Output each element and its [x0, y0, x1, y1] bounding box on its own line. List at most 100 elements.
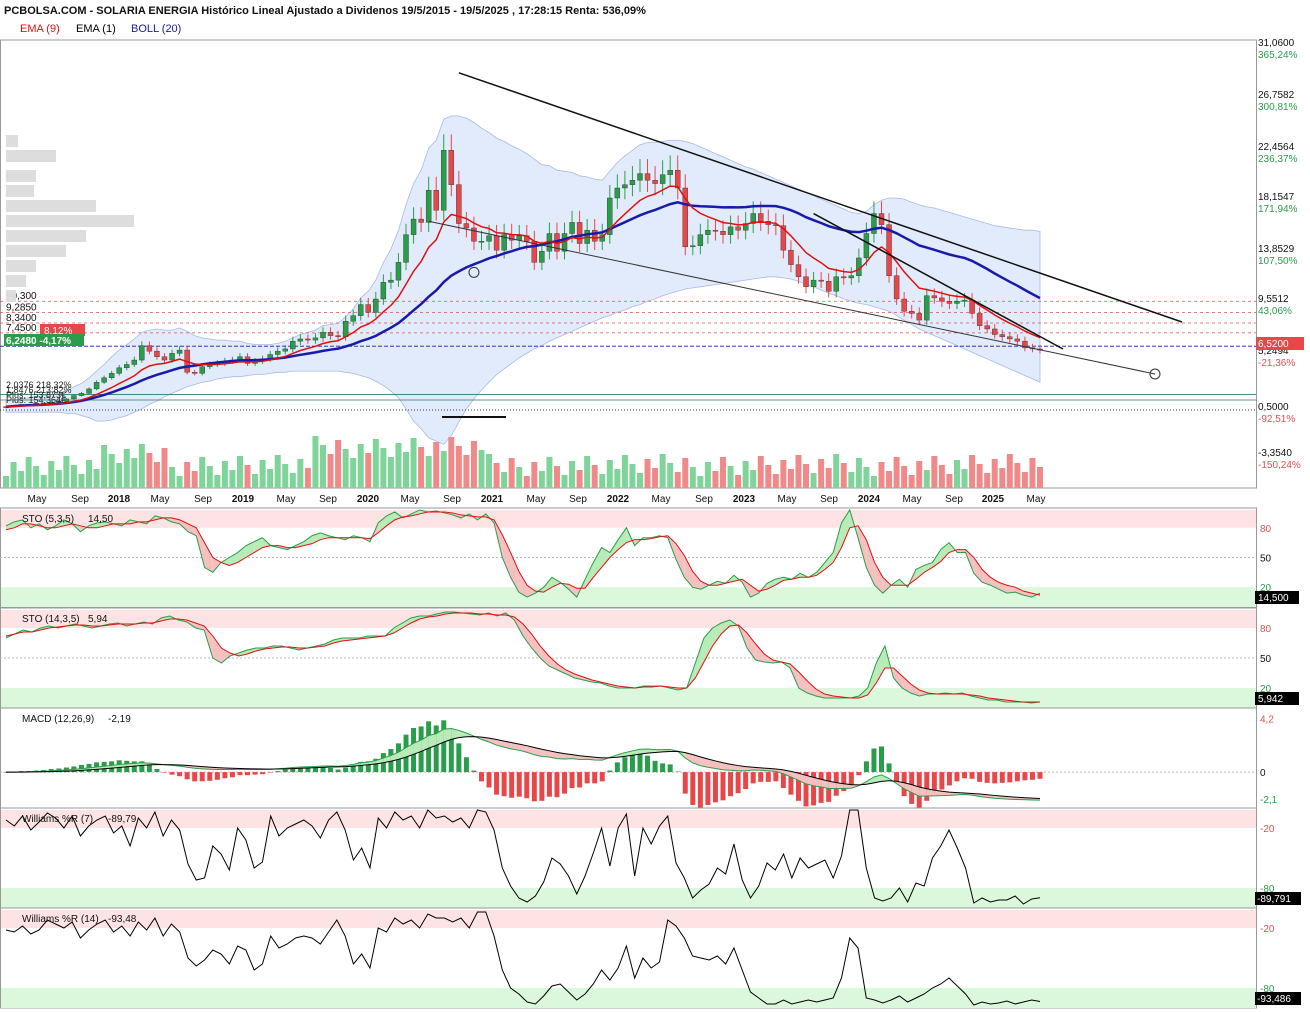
macd-histogram-bar: [584, 772, 590, 784]
candle-body: [1007, 336, 1013, 340]
macd-histogram-bar: [992, 772, 998, 784]
x-axis-label: May: [527, 494, 546, 505]
candle-body: [976, 313, 983, 326]
volume-bar: [621, 455, 628, 488]
macd-histogram-bar: [637, 752, 643, 773]
volume-bar: [901, 466, 908, 488]
candle-body: [644, 173, 651, 181]
volume-profile-bar: [6, 185, 34, 197]
x-axis-label: 2018: [108, 494, 131, 505]
macd-histogram-bar: [229, 772, 235, 778]
volume-bar: [1029, 458, 1036, 488]
overbought-zone: [1, 910, 1256, 928]
candle-body: [395, 262, 402, 281]
candle-body: [441, 150, 447, 211]
percent-axis-tick: 107,50%: [1258, 256, 1298, 267]
candle-body: [146, 345, 153, 352]
x-axis-label: 2021: [481, 494, 504, 505]
macd-histogram-bar: [524, 772, 530, 799]
macd-histogram-bar: [441, 720, 447, 773]
macd-histogram-bar: [328, 768, 334, 773]
volume-profile-bar: [6, 245, 66, 257]
badge-current: 6,2480 -4,17%: [6, 336, 71, 347]
price-axis-tick: 22,4564: [1258, 142, 1295, 153]
panel-badge: -89,791: [1257, 894, 1291, 905]
candle-body: [999, 334, 1005, 337]
macd-histogram-bar: [546, 772, 552, 797]
candle-body: [297, 338, 304, 342]
macd-histogram-bar: [712, 772, 718, 803]
volume-bar: [433, 442, 440, 488]
volume-bar: [18, 471, 25, 488]
volume-bar: [259, 460, 266, 488]
volume-bar: [161, 448, 168, 488]
x-axis-label: May: [28, 494, 47, 505]
candle-body: [818, 279, 824, 282]
x-axis-label: 2020: [357, 494, 380, 505]
level-tick: 50: [1260, 554, 1272, 565]
candle-body: [108, 373, 115, 379]
macd-histogram-bar: [471, 770, 477, 773]
macd-histogram-bar: [486, 772, 492, 788]
candle-body: [418, 218, 424, 223]
candle-body: [675, 170, 681, 189]
volume-bar: [931, 456, 938, 488]
overbought-zone: [1, 810, 1256, 828]
candle-body: [652, 180, 658, 184]
candle-body: [365, 304, 371, 313]
volume-bar: [327, 454, 334, 488]
price-axis-tick: 0,5000: [1258, 402, 1289, 413]
volume-profile-bar: [6, 290, 16, 302]
volume-bar: [176, 476, 183, 488]
candle-body: [961, 299, 968, 302]
oversold-zone: [1, 988, 1256, 1008]
macd-histogram-bar: [999, 772, 1005, 783]
volume-bar: [689, 467, 696, 488]
volume-bar: [319, 445, 326, 488]
volume-bar: [840, 463, 847, 488]
candle-body: [425, 190, 432, 223]
level-tick: -20: [1260, 824, 1275, 835]
volume-bar: [636, 473, 643, 488]
candle-body: [893, 275, 900, 300]
level-tick: 4,2: [1260, 714, 1274, 725]
x-axis-label: Sep: [319, 494, 337, 505]
candle-body: [667, 170, 673, 175]
volume-bar: [870, 476, 877, 488]
volume-bar: [169, 467, 176, 488]
macd-panel: MACD (12,26,9) -2,19 4,2 0 -2,1: [0, 707, 1278, 810]
oversold-zone: [1, 587, 1256, 607]
candle-body: [592, 229, 598, 242]
volume-bar: [938, 465, 945, 488]
volume-bar: [757, 456, 764, 488]
macd-histogram-bar: [894, 772, 900, 782]
x-axis-label: Sep: [820, 494, 838, 505]
oversold-zone: [1, 688, 1256, 708]
volume-bar: [523, 476, 530, 488]
volume-bar: [478, 450, 485, 488]
volume-bar: [63, 456, 70, 488]
macd-histogram-bar: [720, 772, 726, 801]
volume-bar: [123, 449, 130, 488]
macd-histogram-bar: [237, 772, 243, 776]
volume-bar: [138, 444, 145, 488]
panel-badge: 14,500: [1258, 593, 1289, 604]
candle-body: [901, 298, 907, 312]
volume-profile-bar: [6, 260, 36, 272]
volume-bar: [380, 448, 387, 488]
volume-bar: [659, 454, 666, 488]
candle-body: [403, 234, 409, 263]
volume-bar: [146, 453, 153, 488]
volume-bar: [1037, 467, 1043, 488]
plus-label: Plus: 154,364€: [6, 395, 66, 405]
candle-body: [493, 235, 500, 251]
candle-body: [154, 350, 160, 357]
x-axis-label: Sep: [569, 494, 587, 505]
panel-label: STO (5,3,5): [22, 514, 74, 525]
panel-badge: -93,486: [1257, 994, 1291, 1005]
macd-histogram-bar: [478, 772, 484, 782]
x-axis-label: 2023: [733, 494, 756, 505]
candle-body: [176, 349, 183, 354]
candle-body: [720, 231, 726, 235]
macd-histogram-bar: [245, 772, 251, 776]
